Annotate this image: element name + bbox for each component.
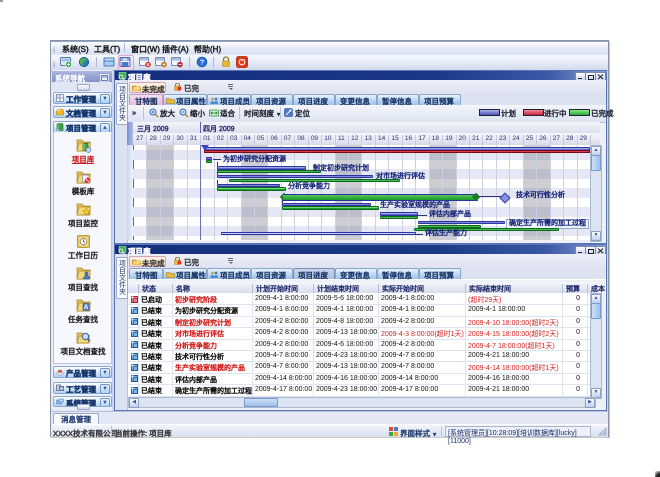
- svg-text:?: ?: [200, 58, 205, 67]
- svg-text:A: A: [83, 305, 88, 311]
